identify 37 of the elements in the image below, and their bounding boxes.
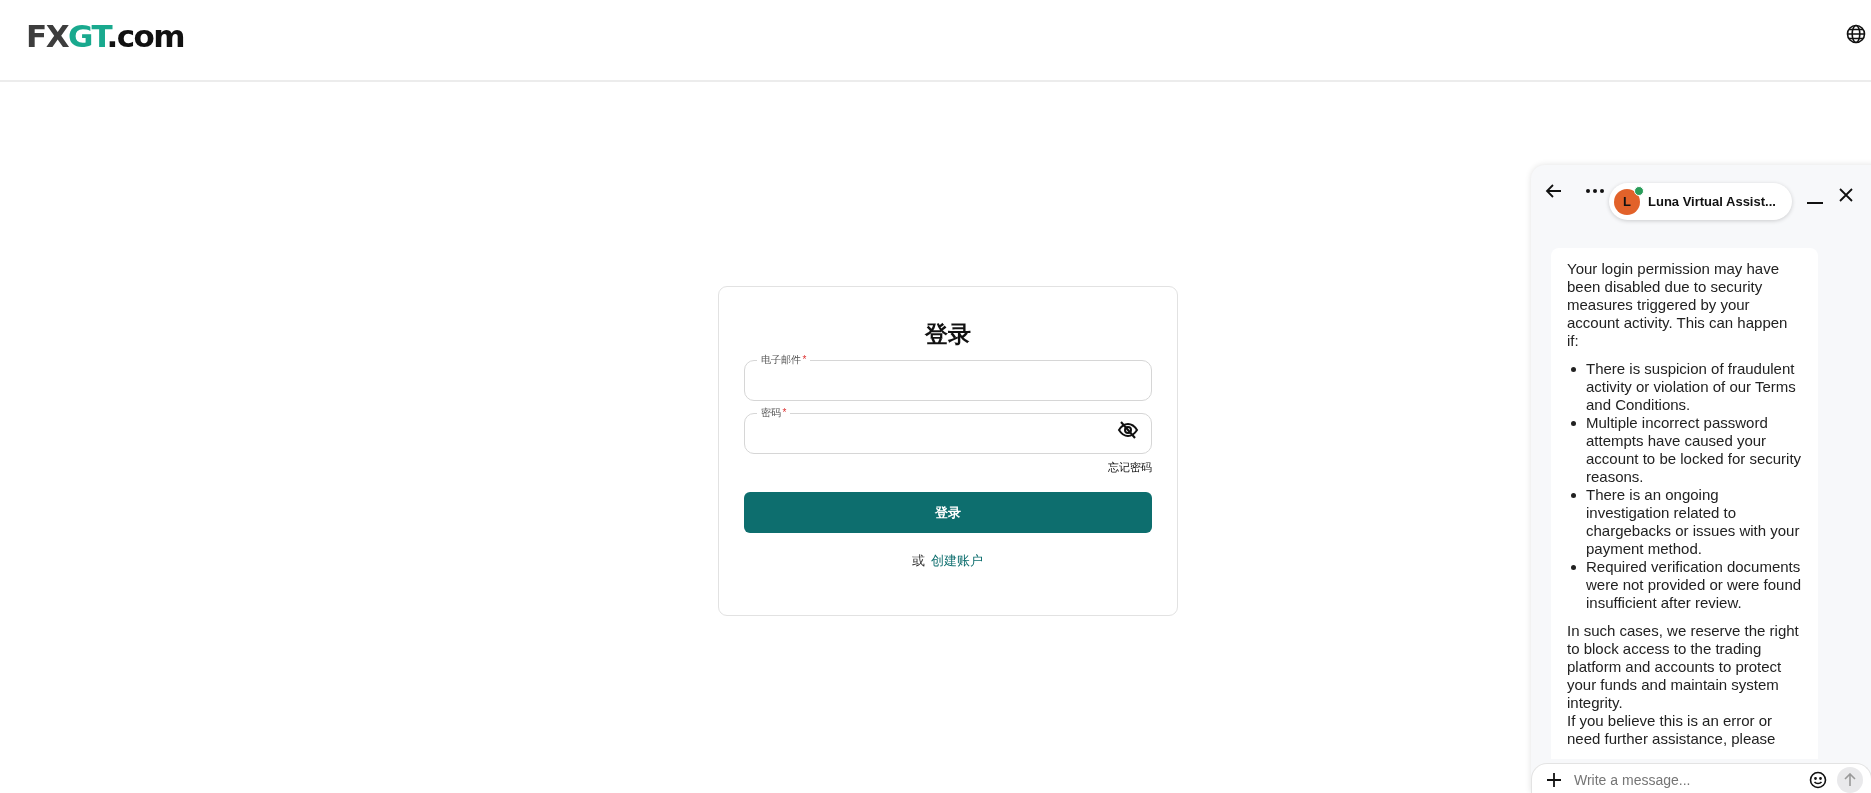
logo-text: .com (106, 18, 185, 54)
bullet-icon (1571, 367, 1576, 372)
list-item-text: Multiple incorrect password attempts have caused your account to be locked for security reasons. (1586, 414, 1802, 486)
more-icon[interactable] (1585, 188, 1605, 194)
bullet-icon (1571, 421, 1576, 426)
field-label: 电子邮件 (760, 354, 801, 366)
bullet-icon (1571, 493, 1576, 498)
login-title: 登录 (924, 320, 971, 349)
message-field[interactable]: Write a message... (1531, 763, 1871, 793)
create-account-link[interactable]: 创建账户 (931, 552, 983, 570)
bullet-icon (1571, 565, 1576, 570)
message-text: Your login permission may have been disabled due to security measures triggered by your account activity. This can happen if: (1567, 260, 1789, 350)
list-item-text: There is an ongoing investigation related to chargebacks or issues with your payment method. (1586, 486, 1801, 558)
eye-slash-icon[interactable] (1116, 420, 1139, 440)
message-text: If you believe this is an error or need further assistance, please (1567, 712, 1777, 748)
message-input[interactable]: Write a message... (1572, 770, 1799, 789)
list-item-text: There is suspicion of fraudulent activity or violation of our Terms and Conditions. (1586, 360, 1797, 414)
smiley-icon[interactable] (1809, 770, 1827, 789)
up-arrow-icon (1843, 772, 1857, 787)
password-field[interactable]: 密码 * (743, 407, 1152, 454)
assistant-name: Luna Virtual Assist... (1648, 194, 1776, 209)
avatar: L (1614, 188, 1640, 215)
login-button[interactable]: 登录 (743, 492, 1152, 533)
globe-icon[interactable] (1846, 24, 1866, 44)
logo-text: FX (26, 18, 69, 54)
email-field[interactable]: 电子邮件 * (743, 354, 1152, 401)
required-mark: * (782, 407, 787, 419)
field-label: 密码 (760, 407, 781, 419)
logo-text: GT (68, 18, 107, 54)
message-text: In such cases, we reserve the right to block access to the trading platform and accounts to protect your funds and maintain system integrity. (1567, 622, 1800, 712)
forgot-password-link[interactable]: 忘记密码 (1107, 460, 1152, 475)
plus-icon[interactable] (1546, 771, 1562, 788)
required-mark: * (802, 354, 807, 366)
close-icon[interactable] (1837, 187, 1854, 203)
or-text: 或 (912, 552, 925, 570)
back-arrow-icon[interactable] (1545, 182, 1563, 200)
list-item-text: Required verification documents were not provided or were found insufficient after review. (1586, 558, 1802, 612)
